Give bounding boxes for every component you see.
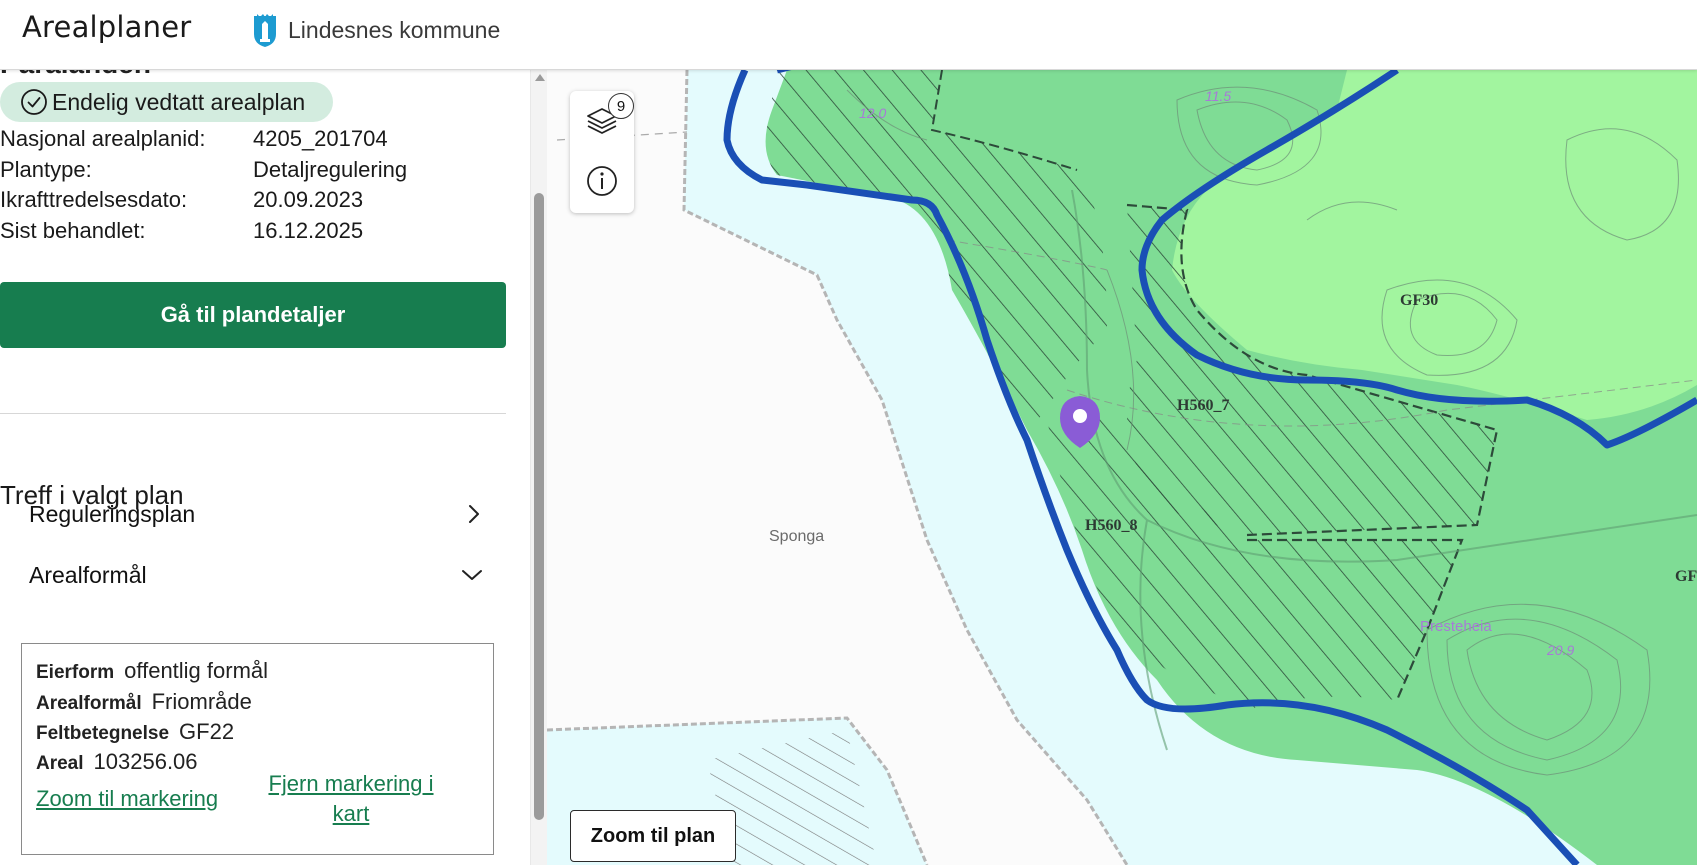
meta-key: Ikrafttredelsesdato: xyxy=(0,187,188,212)
municipality-link[interactable]: Lindesnes kommune xyxy=(252,10,500,50)
info-icon xyxy=(587,166,617,196)
detail-row-eierform: Eierform offentlig formål xyxy=(36,658,268,684)
meta-key: Nasjonal arealplanid: xyxy=(0,126,206,151)
meta-row-effective-date: Ikrafttredelsesdato: 20.09.2023 xyxy=(0,185,407,216)
field-label-gf30: GF30 xyxy=(1400,292,1439,309)
zone-label-h560-8: H560_8 xyxy=(1085,517,1138,534)
detail-key: Areal xyxy=(36,753,84,774)
arealformal-details: Eierform offentlig formål Arealformål Fr… xyxy=(21,643,494,855)
field-label-gf-cut: GF xyxy=(1675,568,1697,585)
detail-row-feltbetegnelse: Feltbetegnelse GF22 xyxy=(36,719,234,745)
accordion-label: Arealformål xyxy=(29,561,147,588)
plan-heading: Paralanden xyxy=(0,70,151,80)
meta-key: Sist behandlet: xyxy=(0,217,146,243)
detail-value: GF22 xyxy=(179,719,235,744)
elevation-label: 20.9 xyxy=(1547,642,1575,658)
detail-row-areal: Areal 103256.06 xyxy=(36,749,198,775)
meta-row-planid: Nasjonal arealplanid: 4205_201704 xyxy=(0,124,407,155)
meta-value: 16.12.2025 xyxy=(253,217,364,243)
go-to-plan-details-button[interactable]: Gå til plandetaljer xyxy=(0,282,506,348)
check-circle-icon xyxy=(21,89,47,115)
map-canvas[interactable] xyxy=(547,70,1697,865)
map-view[interactable]: Sponga GF30 H560_7 H560_8 Presteheia 11.… xyxy=(547,70,1697,865)
remove-link-line: kart xyxy=(332,801,370,826)
accordion-arealformal[interactable]: Arealformål xyxy=(29,555,484,595)
info-button[interactable] xyxy=(580,159,624,203)
accordion-reguleringsplan[interactable]: Reguleringsplan xyxy=(29,494,484,534)
zone-label-h560-7: H560_7 xyxy=(1177,397,1230,414)
panel-scrollbar[interactable] xyxy=(530,70,547,865)
place-label-presteheia: Presteheia xyxy=(1420,618,1492,635)
place-label-sponga: Sponga xyxy=(769,528,825,545)
scroll-up-arrow-icon[interactable] xyxy=(535,74,545,81)
elevation-label: 11.5 xyxy=(1205,88,1232,104)
remove-marking-link[interactable]: Fjern markering i kart xyxy=(260,769,442,829)
status-label: Endelig vedtatt arealplan xyxy=(52,88,306,115)
app-title[interactable]: Arealplaner xyxy=(22,10,191,44)
app-header: Arealplaner Lindesnes kommune xyxy=(0,0,1697,70)
detail-value: offentlig formål xyxy=(124,658,269,683)
meta-value: 20.09.2023 xyxy=(253,187,364,212)
meta-key: Plantype: xyxy=(0,156,92,182)
municipality-crest-icon xyxy=(254,14,276,47)
meta-row-plantype: Plantype: Detaljregulering xyxy=(0,155,407,186)
detail-key: Feltbetegnelse xyxy=(36,723,170,744)
chevron-right-icon xyxy=(469,505,479,523)
elevation-label: 12.0 xyxy=(859,105,887,121)
plan-info-panel: Paralanden Endelig vedtatt arealplan Nas… xyxy=(0,70,530,865)
detail-value: 103256.06 xyxy=(93,749,198,774)
zoom-to-plan-button[interactable]: Zoom til plan xyxy=(570,810,736,862)
scroll-thumb[interactable] xyxy=(534,193,544,820)
accordion-label: Reguleringsplan xyxy=(29,500,196,527)
divider xyxy=(0,413,506,414)
status-badge: Endelig vedtatt arealplan xyxy=(0,82,334,122)
detail-key: Eierform xyxy=(36,662,115,683)
plan-metadata: Nasjonal arealplanid: 4205_201704 Planty… xyxy=(0,124,407,246)
detail-value: Friområde xyxy=(151,689,252,714)
remove-link-line: Fjern markering i xyxy=(268,771,434,796)
municipality-name: Lindesnes kommune xyxy=(288,16,501,43)
layers-count-badge: 9 xyxy=(608,93,634,119)
detail-row-arealformal: Arealformål Friområde xyxy=(36,689,252,715)
detail-key: Arealformål xyxy=(36,693,142,714)
meta-row-last-processed: Sist behandlet: 16.12.2025 xyxy=(0,216,407,247)
map-toolbar: 9 xyxy=(570,91,634,213)
meta-value: 4205_201704 xyxy=(253,126,388,151)
meta-value: Detaljregulering xyxy=(253,156,408,182)
chevron-down-icon xyxy=(462,570,482,580)
zoom-to-marking-link[interactable]: Zoom til markering xyxy=(36,784,218,814)
